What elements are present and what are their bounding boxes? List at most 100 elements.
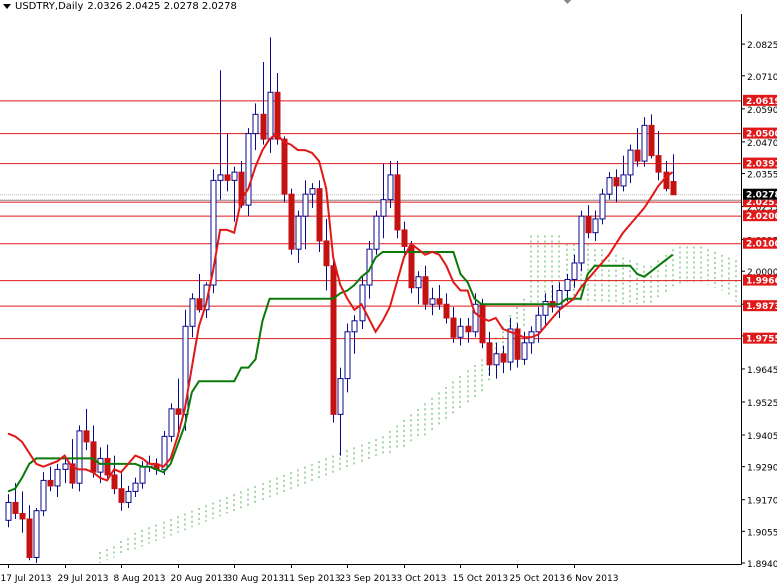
level-price-label: 1.9966 (746, 277, 777, 287)
candle-bull (231, 171, 238, 181)
candle-bull (125, 490, 132, 503)
candle-bear (670, 180, 677, 196)
candle-bear (500, 353, 507, 363)
candle-bull (168, 408, 175, 437)
candle-bull (97, 457, 104, 473)
ohlc-values: 2.0326 2.0425 2.0278 2.0278 (87, 1, 237, 12)
candle-bull (189, 298, 196, 327)
x-tick-label: 8 Aug 2013 (114, 574, 166, 584)
candle-bull (521, 342, 528, 360)
level-price-label: 2.0200 (746, 212, 777, 222)
candle-bull (139, 466, 146, 484)
candle-bear (316, 188, 323, 242)
candle-bear (465, 325, 472, 333)
candle-bull (302, 193, 309, 217)
candle-bull (351, 320, 358, 333)
candle-bear (104, 457, 111, 476)
candle-bear (613, 177, 620, 187)
candle-bull (627, 149, 634, 176)
candle-bull (415, 276, 422, 289)
level-price-label: 2.0100 (746, 240, 777, 250)
y-tick-label: 2.0470 (747, 139, 777, 149)
chart-window: 2.08252.07102.05902.04702.03552.02352.01… (0, 0, 777, 587)
candle-bear (281, 138, 288, 195)
x-tick-label: 20 Aug 2013 (171, 574, 229, 584)
candle-bear (47, 479, 54, 487)
x-tick-label: 6 Nov 2013 (567, 574, 619, 584)
candle-bear (288, 193, 295, 250)
candle-bull (309, 188, 316, 195)
candle-bull (359, 284, 366, 322)
x-tick-label: 3 Oct 2013 (397, 574, 447, 584)
candle-bear (83, 430, 90, 443)
candle-bull (76, 430, 83, 484)
dropdown-arrow-icon[interactable] (3, 4, 11, 9)
candle-bull (295, 215, 302, 250)
candle-bull (380, 199, 387, 217)
candle-bear (111, 474, 118, 490)
candle-bull (245, 133, 252, 206)
candle-bear (260, 113, 267, 140)
x-tick-label: 30 Aug 2013 (227, 574, 285, 584)
candle-bear (196, 298, 203, 311)
candle-bear (224, 174, 231, 181)
candle-bull (337, 378, 344, 415)
candle-bull (40, 479, 47, 512)
level-price-label: 2.0500 (746, 130, 777, 140)
y-tick-label: 1.9405 (747, 432, 777, 442)
candle-bear (12, 501, 19, 514)
candle-bull (33, 510, 40, 558)
candle-bear (443, 303, 450, 319)
y-tick-label: 2.0825 (747, 41, 777, 51)
candle-bull (373, 215, 380, 250)
x-tick-label: 15 Oct 2013 (453, 574, 509, 584)
x-tick-label: 25 Oct 2013 (510, 574, 566, 584)
candle-bull (606, 177, 613, 195)
candle-bull (457, 325, 464, 338)
y-tick-label: 1.9055 (747, 528, 777, 538)
y-tick-label: 2.0710 (747, 73, 777, 83)
symbol-label: USDTRY,Daily (15, 1, 84, 12)
x-tick-label: 17 Jul 2013 (1, 574, 52, 584)
candle-bull (62, 463, 69, 470)
candle-bear (118, 488, 125, 503)
y-tick-label: 1.8940 (747, 560, 777, 570)
y-tick-label: 1.9525 (747, 399, 777, 409)
candle-bull (252, 113, 259, 135)
x-tick-label: 23 Sep 2013 (340, 574, 397, 584)
candle-bear (26, 518, 33, 558)
candle-bull (429, 298, 436, 305)
y-tick-label: 2.0355 (747, 171, 777, 181)
candle-bear (330, 265, 337, 415)
candle-bull (267, 91, 274, 140)
candle-bear (585, 215, 592, 234)
candle-bull (571, 262, 578, 280)
candle-bull (641, 124, 648, 162)
candle-bull (578, 215, 585, 264)
candle-bear (401, 229, 408, 247)
candle-bull (344, 331, 351, 380)
y-tick-label: 1.9290 (747, 464, 777, 474)
candle-bull (507, 328, 514, 363)
level-price-label: 1.9873 (746, 302, 777, 312)
price-chart[interactable]: 2.08252.07102.05902.04702.03552.02352.01… (0, 0, 777, 587)
candle-bull (564, 278, 571, 291)
y-tick-label: 1.9170 (747, 497, 777, 507)
candle-bear (486, 342, 493, 366)
x-tick-label: 11 Sep 2013 (284, 574, 341, 584)
chart-title-bar: USDTRY,Daily 2.0326 2.0425 2.0278 2.0278 (3, 1, 237, 12)
candle-bear (274, 91, 281, 140)
candle-bear (323, 240, 330, 267)
candle-bear (655, 155, 662, 173)
candle-bull (387, 174, 394, 201)
y-tick-label: 2.0590 (747, 106, 777, 116)
candle-bear (175, 408, 182, 415)
candle-bear (422, 276, 429, 305)
candle-bear (634, 149, 641, 162)
candle-bull (5, 501, 12, 521)
candle-bear (19, 512, 26, 520)
candle-bear (90, 441, 97, 473)
candle-bull (132, 482, 139, 492)
x-tick-label: 29 Jul 2013 (58, 574, 109, 584)
candle-bull (599, 193, 606, 220)
